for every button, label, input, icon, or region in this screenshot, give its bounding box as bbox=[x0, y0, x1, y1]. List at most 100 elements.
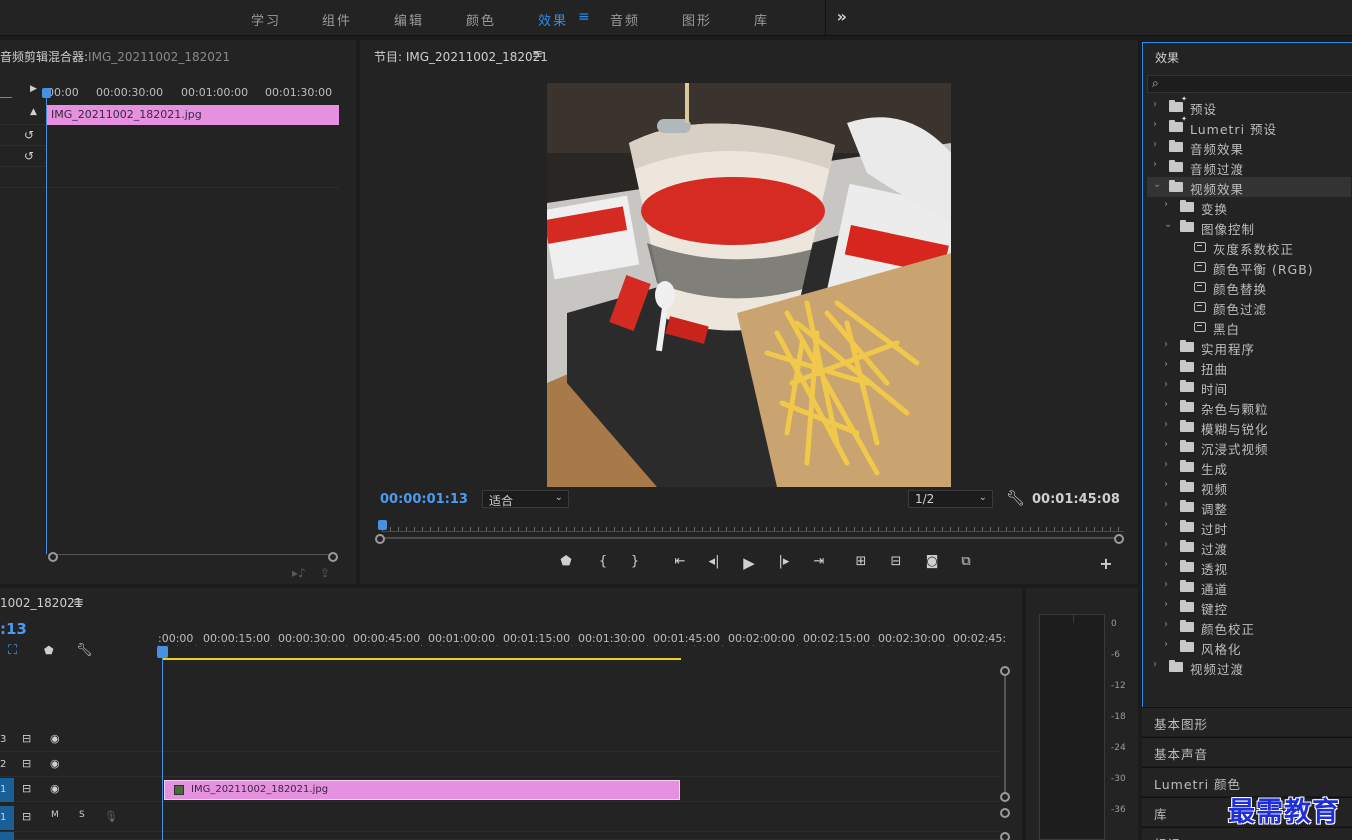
step-back-icon[interactable]: ◂| bbox=[704, 554, 724, 569]
timeline-ruler[interactable]: :00:00 00:00:15:00 00:00:30:00 00:00:45:… bbox=[158, 630, 1006, 646]
scroll-handle-right[interactable] bbox=[328, 552, 338, 562]
effects-tree-item[interactable]: › 调整 bbox=[1147, 497, 1351, 517]
mixer-clip[interactable]: IMG_20211002_182021.jpg bbox=[47, 105, 339, 125]
program-scrollbar[interactable] bbox=[382, 537, 1120, 539]
effects-tree-item[interactable]: › 过时 bbox=[1147, 517, 1351, 537]
extract-icon[interactable]: ⊟ bbox=[886, 554, 906, 569]
collapse-up-icon[interactable]: ▲ bbox=[30, 107, 37, 117]
loop-icon[interactable]: ↺ bbox=[24, 128, 34, 142]
film-sync-icon[interactable]: ⊟ bbox=[22, 732, 31, 745]
chevron-right-icon[interactable]: › bbox=[1164, 419, 1169, 430]
chevron-right-icon[interactable]: › bbox=[1164, 399, 1169, 410]
film-sync-icon[interactable]: ⊟ bbox=[22, 782, 31, 795]
effects-tree-item[interactable]: › 颜色校正 bbox=[1147, 617, 1351, 637]
chevron-right-icon[interactable]: › bbox=[1164, 579, 1169, 590]
effects-tree-item[interactable]: ⌄ 图像控制 bbox=[1147, 217, 1351, 237]
effects-tree-item[interactable]: › 模糊与锐化 bbox=[1147, 417, 1351, 437]
chevron-right-icon[interactable]: › bbox=[1164, 519, 1169, 530]
chevron-down-icon[interactable]: ⌄ bbox=[1164, 219, 1173, 230]
tab-libraries[interactable]: 库 bbox=[754, 10, 769, 29]
mark-in-icon[interactable]: { bbox=[593, 554, 613, 569]
chevron-right-icon[interactable]: › bbox=[1164, 539, 1169, 550]
chevron-right-icon[interactable]: › bbox=[1164, 439, 1169, 450]
chevron-right-icon[interactable]: › bbox=[1164, 559, 1169, 570]
solo-button[interactable]: S bbox=[79, 810, 85, 820]
effects-tree-item[interactable]: › 视频过渡 bbox=[1147, 657, 1351, 677]
scroll-handle-bottom[interactable] bbox=[1000, 832, 1010, 840]
camera-icon[interactable]: ◙ bbox=[922, 554, 942, 569]
scroll-handle-top[interactable] bbox=[1000, 666, 1010, 676]
effects-title[interactable]: 效果 bbox=[1155, 49, 1179, 66]
effects-tree-item[interactable]: › 风格化 bbox=[1147, 637, 1351, 657]
panel-title[interactable]: 音频剪辑混合器:IMG_20211002_182021 bbox=[0, 48, 230, 65]
go-to-in-icon[interactable]: ⇤ bbox=[670, 554, 690, 569]
effects-tree-item[interactable]: ⌄ 视频效果 bbox=[1147, 177, 1351, 197]
linked-selection-icon[interactable]: ⛶ bbox=[8, 643, 17, 658]
sequence-tab[interactable]: 1002_182021 bbox=[0, 596, 82, 610]
film-sync-icon[interactable]: ⊟ bbox=[22, 810, 31, 823]
effects-tree-item[interactable]: › 扭曲 bbox=[1147, 357, 1351, 377]
scroll-handle-top[interactable] bbox=[1000, 808, 1010, 818]
timeline-playhead-handle[interactable] bbox=[157, 646, 168, 658]
chevron-right-icon[interactable]: › bbox=[1164, 639, 1169, 650]
program-playhead[interactable] bbox=[378, 520, 387, 530]
track-v2[interactable]: 2 ⊟ ◉ bbox=[0, 753, 1000, 777]
track-label[interactable]: 1 bbox=[0, 778, 14, 802]
timeline-playhead[interactable] bbox=[162, 652, 163, 840]
effects-tree-item[interactable]: 颜色平衡 (RGB) bbox=[1147, 257, 1351, 277]
track-label[interactable]: 3 bbox=[0, 728, 14, 752]
effects-tree-item[interactable]: 黑白 bbox=[1147, 317, 1351, 337]
marker-icon[interactable]: ⬟ bbox=[556, 554, 576, 569]
effects-tree-item[interactable]: › 变换 bbox=[1147, 197, 1351, 217]
track-v3[interactable]: 3 ⊟ ◉ bbox=[0, 728, 1000, 752]
effects-tree-item[interactable]: 颜色过滤 bbox=[1147, 297, 1351, 317]
chevron-down-icon[interactable]: ⌄ bbox=[1153, 179, 1162, 190]
video-tracks-scrollbar[interactable] bbox=[1004, 670, 1006, 796]
current-timecode[interactable]: 00:00:01:13 bbox=[380, 492, 468, 507]
effects-tree-item[interactable]: › 键控 bbox=[1147, 597, 1351, 617]
chevron-right-icon[interactable]: › bbox=[1164, 359, 1169, 370]
chevron-right-icon[interactable]: › bbox=[1164, 459, 1169, 470]
lift-icon[interactable]: ⊞ bbox=[851, 554, 871, 569]
tab-color[interactable]: 颜色 bbox=[466, 10, 496, 29]
program-time-ruler[interactable] bbox=[382, 524, 1124, 532]
tab-audio[interactable]: 音频 bbox=[610, 10, 640, 29]
effects-tree-item[interactable]: › 音频效果 bbox=[1147, 137, 1351, 157]
chevron-right-icon[interactable]: › bbox=[1164, 499, 1169, 510]
chevron-right-icon[interactable]: › bbox=[1153, 139, 1158, 150]
tab-assembly[interactable]: 组件 bbox=[322, 10, 352, 29]
effects-tree-item[interactable]: › Lumetri 预设 bbox=[1147, 115, 1351, 137]
effects-tree-item[interactable]: › 时间 bbox=[1147, 377, 1351, 397]
panel-menu-icon[interactable]: ≡ bbox=[532, 47, 543, 62]
chevron-right-icon[interactable]: › bbox=[1164, 379, 1169, 390]
panel-essential-graphics[interactable]: 基本图形 bbox=[1142, 707, 1352, 736]
mixer-scrollbar[interactable] bbox=[48, 554, 334, 562]
mixer-playhead[interactable] bbox=[46, 88, 47, 554]
chevron-right-icon[interactable]: › bbox=[1164, 339, 1169, 350]
add-button-icon[interactable]: + bbox=[1096, 554, 1116, 573]
effects-tree-item[interactable]: › 沉浸式视频 bbox=[1147, 437, 1351, 457]
effects-tree-item[interactable]: › 通道 bbox=[1147, 577, 1351, 597]
scroll-handle-right[interactable] bbox=[1114, 534, 1124, 544]
mixer-playhead-handle[interactable] bbox=[42, 88, 51, 98]
chevron-right-icon[interactable]: › bbox=[1153, 119, 1158, 130]
chevron-right-icon[interactable]: › bbox=[1164, 199, 1169, 210]
chevron-right-icon[interactable]: › bbox=[1164, 479, 1169, 490]
step-forward-icon[interactable]: |▸ bbox=[774, 554, 794, 569]
tab-graphics[interactable]: 图形 bbox=[682, 10, 712, 29]
chevron-right-icon[interactable]: › bbox=[1153, 99, 1158, 110]
effects-tree-item[interactable]: › 透视 bbox=[1147, 557, 1351, 577]
effects-tree-item[interactable]: › 实用程序 bbox=[1147, 337, 1351, 357]
microphone-icon[interactable]: 🎙︎ bbox=[104, 810, 118, 823]
track-label[interactable]: 1 bbox=[0, 806, 14, 830]
film-sync-icon[interactable]: ⊟ bbox=[22, 757, 31, 770]
loop-icon[interactable]: ↺ bbox=[24, 149, 34, 163]
track-a2[interactable] bbox=[0, 832, 1000, 840]
mark-out-icon[interactable]: } bbox=[625, 554, 645, 569]
effects-tree-item[interactable]: › 杂色与颗粒 bbox=[1147, 397, 1351, 417]
compare-view-icon[interactable]: ⧉ bbox=[956, 554, 976, 569]
track-label[interactable] bbox=[0, 832, 14, 840]
panel-menu-icon[interactable]: ≡ bbox=[73, 595, 84, 610]
effects-tree-item[interactable]: 颜色替换 bbox=[1147, 277, 1351, 297]
chevron-right-icon[interactable]: › bbox=[1164, 599, 1169, 610]
